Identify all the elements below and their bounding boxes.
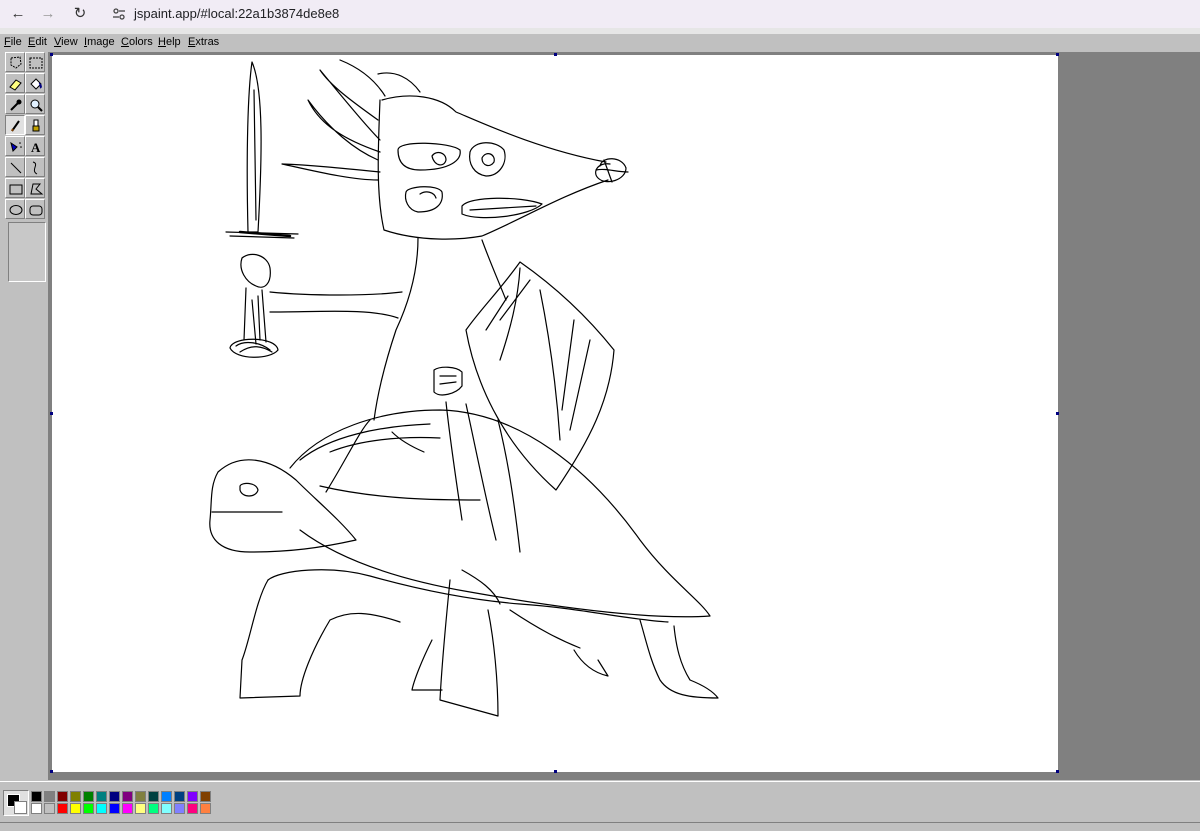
text-icon: A <box>31 140 41 155</box>
palette-color-swatch[interactable] <box>187 803 198 814</box>
palette-color-swatch[interactable] <box>44 791 55 802</box>
palette-color-swatch[interactable] <box>70 791 81 802</box>
ellipse-tool[interactable] <box>5 199 25 219</box>
menu-bar: File Edit View Image Colors Help Extras <box>0 34 1200 50</box>
palette-color-swatch[interactable] <box>200 791 211 802</box>
menu-file[interactable]: File <box>4 36 22 48</box>
palette-color-swatch[interactable] <box>83 791 94 802</box>
pencil-tool[interactable] <box>5 115 25 135</box>
resize-handle[interactable] <box>1056 53 1059 56</box>
magnifier-icon <box>30 99 43 112</box>
polygon-icon <box>30 183 44 195</box>
palette-color-swatch[interactable] <box>109 803 120 814</box>
menu-image[interactable]: Image <box>84 36 115 48</box>
text-tool[interactable]: A <box>25 136 45 156</box>
free-form-select-icon <box>10 56 22 69</box>
browser-toolbar: ← → ↻ jspaint.app/#local:22a1b3874de8e8 <box>0 0 1200 28</box>
polygon-tool[interactable] <box>25 178 45 198</box>
resize-handle[interactable] <box>1056 412 1059 415</box>
palette-color-swatch[interactable] <box>31 803 42 814</box>
pencil-icon <box>11 120 20 132</box>
tool-options-panel[interactable] <box>8 222 46 282</box>
current-colors[interactable] <box>3 790 29 816</box>
arrow-left-icon[interactable]: ← <box>8 4 28 24</box>
palette-color-swatch[interactable] <box>96 791 107 802</box>
palette-color-swatch[interactable] <box>161 791 172 802</box>
menu-help[interactable]: Help <box>158 36 181 48</box>
palette-color-swatch[interactable] <box>83 803 94 814</box>
arrow-right-icon[interactable]: → <box>38 4 58 24</box>
rectangle-icon <box>9 184 23 195</box>
reload-icon[interactable]: ↻ <box>70 4 90 24</box>
menu-extras[interactable]: Extras <box>188 36 219 48</box>
airbrush-tool[interactable] <box>5 136 25 156</box>
eraser-tool[interactable] <box>5 73 25 93</box>
resize-handle[interactable] <box>1056 770 1059 773</box>
rounded-rectangle-tool[interactable] <box>25 199 45 219</box>
palette-color-swatch[interactable] <box>174 791 185 802</box>
palette-color-swatch[interactable] <box>148 791 159 802</box>
brush-tool[interactable] <box>25 115 45 135</box>
palette-color-swatch[interactable] <box>57 791 68 802</box>
line-icon <box>10 162 22 174</box>
eraser-icon <box>9 79 22 91</box>
menu-view[interactable]: View <box>54 36 78 48</box>
eyedropper-icon <box>10 99 22 111</box>
curve-icon <box>32 161 38 175</box>
palette-color-swatch[interactable] <box>109 791 120 802</box>
drawing-artwork <box>209 59 719 717</box>
magnifier-tool[interactable] <box>25 94 45 114</box>
palette-color-swatch[interactable] <box>44 803 55 814</box>
palette-color-swatch[interactable] <box>31 791 42 802</box>
palette-color-swatch[interactable] <box>57 803 68 814</box>
resize-handle[interactable] <box>554 770 557 773</box>
line-tool[interactable] <box>5 157 25 177</box>
select-tool[interactable] <box>25 52 45 72</box>
free-form-select-tool[interactable] <box>5 52 25 72</box>
color-box <box>0 781 1200 822</box>
palette-color-swatch[interactable] <box>174 803 185 814</box>
rectangle-select-icon <box>29 57 43 69</box>
menu-colors[interactable]: Colors <box>121 36 153 48</box>
rounded-rectangle-icon <box>29 205 43 216</box>
palette-color-swatch[interactable] <box>187 791 198 802</box>
palette-color-swatch[interactable] <box>122 803 133 814</box>
resize-handle[interactable] <box>50 770 53 773</box>
url-text: jspaint.app/#local:22a1b3874de8e8 <box>134 6 340 21</box>
address-bar[interactable]: jspaint.app/#local:22a1b3874de8e8 <box>104 2 1194 26</box>
palette-color-swatch[interactable] <box>200 803 211 814</box>
palette-color-swatch[interactable] <box>148 803 159 814</box>
palette-color-swatch[interactable] <box>135 791 146 802</box>
menu-edit[interactable]: Edit <box>28 36 47 48</box>
palette-color-swatch[interactable] <box>135 803 146 814</box>
palette-color-swatch[interactable] <box>96 803 107 814</box>
resize-handle[interactable] <box>50 412 53 415</box>
pick-color-tool[interactable] <box>5 94 25 114</box>
site-settings-icon[interactable] <box>112 7 126 21</box>
drawing-canvas[interactable] <box>50 53 1059 773</box>
rectangle-tool[interactable] <box>5 178 25 198</box>
airbrush-icon <box>10 141 22 152</box>
ellipse-icon <box>9 205 23 215</box>
brush-icon <box>32 119 40 132</box>
palette-color-swatch[interactable] <box>161 803 172 814</box>
svg-text:A: A <box>31 140 41 155</box>
paint-bucket-icon <box>30 78 42 90</box>
tool-box: A <box>2 52 46 776</box>
curve-tool[interactable] <box>25 157 45 177</box>
resize-handle[interactable] <box>554 53 557 56</box>
palette-color-swatch[interactable] <box>122 791 133 802</box>
background-color-swatch[interactable] <box>14 801 27 814</box>
palette-color-swatch[interactable] <box>70 803 81 814</box>
fill-with-color-tool[interactable] <box>25 73 45 93</box>
resize-handle[interactable] <box>50 53 53 56</box>
